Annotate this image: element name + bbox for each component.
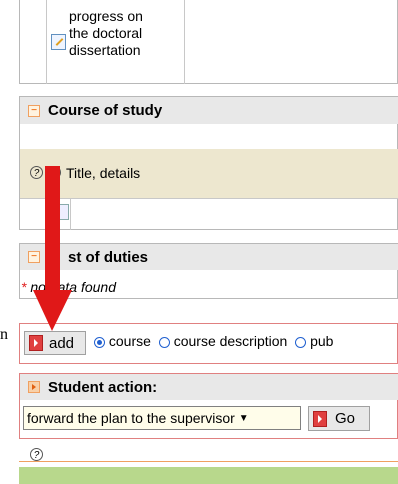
edit-icon[interactable] (51, 34, 66, 50)
green-bar (19, 467, 398, 484)
radio-course[interactable] (94, 336, 105, 348)
add-label: add (49, 334, 75, 352)
radio-pub[interactable] (295, 336, 307, 348)
arrow-head (33, 290, 72, 331)
course-of-study-title: Course of study (48, 102, 163, 119)
course-of-study-header: − Course of study (20, 97, 398, 124)
arrow-shaft (45, 166, 60, 291)
red-arrow (33, 166, 72, 331)
go-icon (313, 410, 327, 427)
orange-line (19, 461, 398, 462)
top-row-text: progress on the doctoral dissertation (69, 8, 143, 58)
student-action-header: Student action: (20, 374, 398, 400)
radio-course-description[interactable] (158, 336, 170, 348)
radio-group: course course description pub (94, 333, 333, 349)
expand-icon[interactable] (28, 381, 40, 393)
collapse-icon[interactable]: − (28, 104, 40, 117)
go-label: Go (335, 410, 356, 427)
top-table-divider-1 (46, 0, 47, 84)
student-action-title: Student action: (48, 378, 158, 396)
bottom-help-icon[interactable]: ? (30, 448, 43, 461)
add-icon (29, 335, 43, 351)
go-button[interactable]: Go (308, 406, 370, 431)
action-select[interactable]: forward the plan to the supervisor ▼ (23, 406, 301, 430)
edge-text: n (0, 326, 8, 343)
top-table-divider-2 (184, 0, 185, 84)
chevron-down-icon: ▼ (238, 412, 249, 424)
